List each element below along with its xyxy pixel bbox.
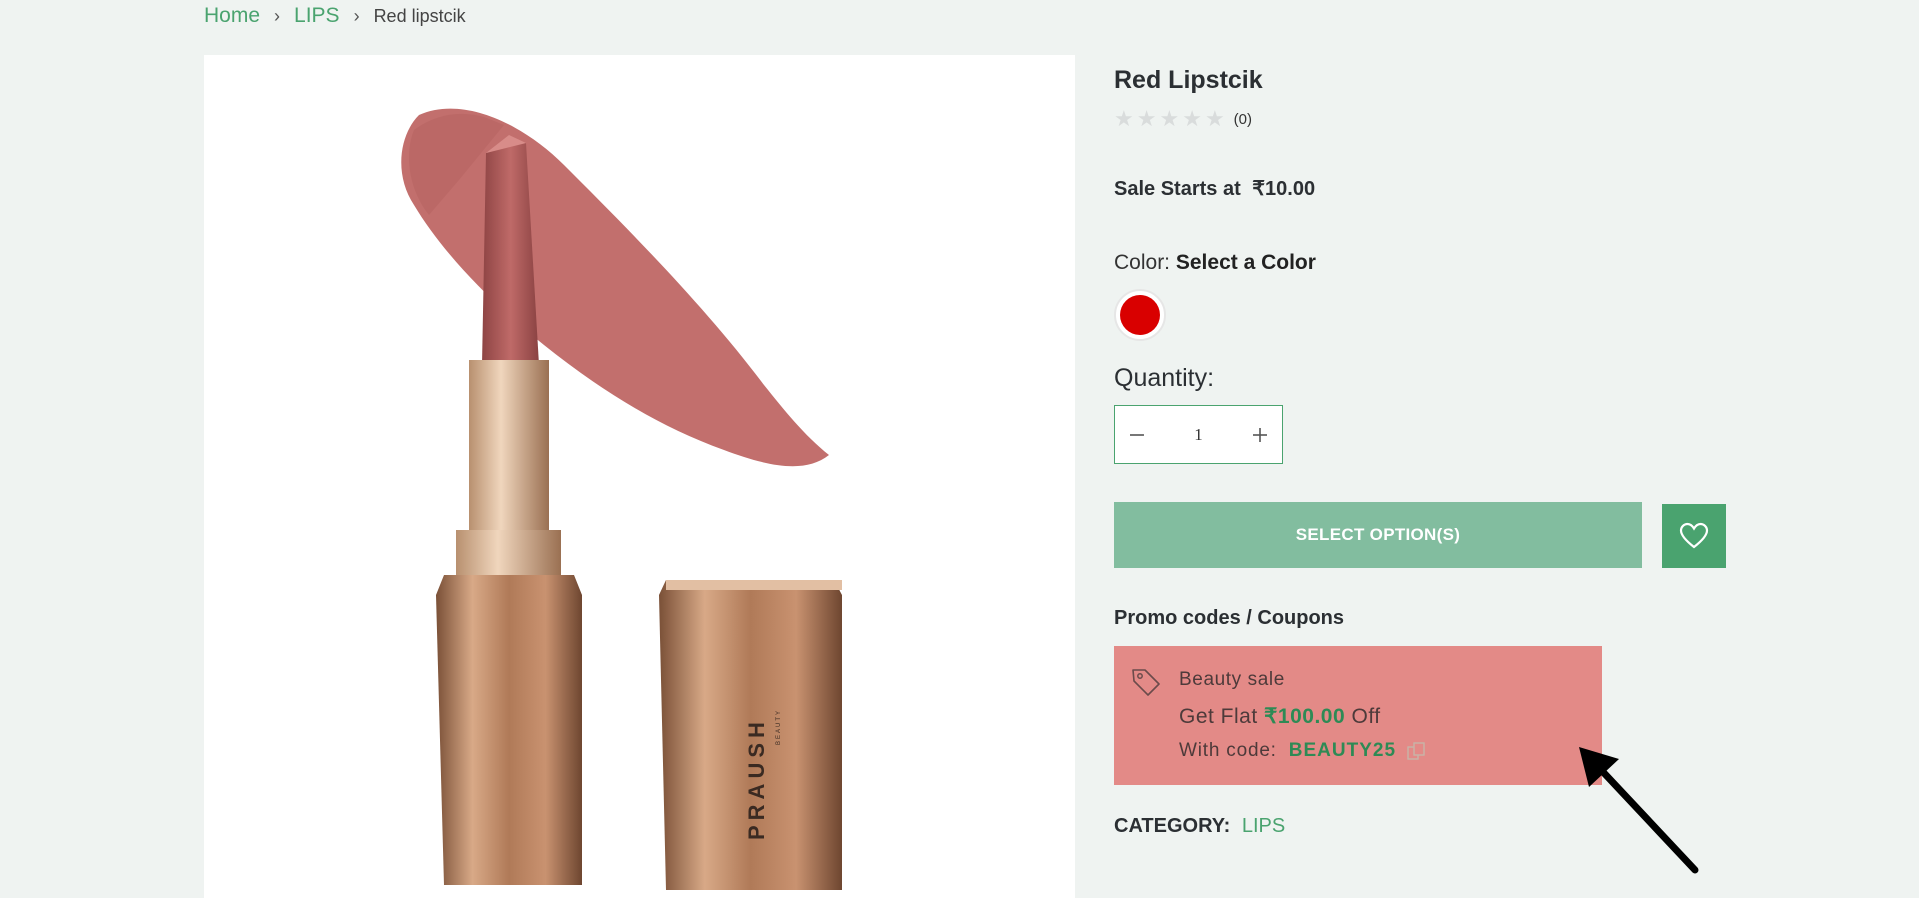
product-title: Red Lipstcik — [1114, 66, 1263, 94]
color-swatch-red[interactable] — [1114, 289, 1166, 341]
lipstick-illustration: PRAUSH BEAUTY — [401, 108, 842, 890]
price: Sale Starts at ₹10.00 — [1114, 176, 1321, 201]
brand-subtext: BEAUTY — [776, 709, 782, 745]
breadcrumb-separator: › — [274, 5, 281, 26]
rating-count: (0) — [1233, 110, 1253, 128]
star-icon: ★ — [1159, 106, 1180, 131]
category-label: CATEGORY: — [1114, 815, 1231, 837]
coupon-card[interactable]: Beauty sale Get Flat ₹100.00 Off With co… — [1114, 646, 1602, 785]
coupon-offer-prefix: Get Flat — [1179, 705, 1258, 728]
quantity-input[interactable]: 1 — [1194, 425, 1203, 445]
quantity-increase-button[interactable] — [1238, 406, 1282, 463]
wishlist-button[interactable] — [1662, 504, 1726, 568]
quantity-label: Quantity: — [1114, 364, 1215, 392]
select-options-button[interactable]: SELECT OPTION(S) — [1114, 502, 1642, 568]
star-icon: ★ — [1114, 106, 1134, 131]
breadcrumb-home-link[interactable]: Home — [204, 4, 260, 28]
coupon-code-row: With code: BEAUTY25 — [1179, 740, 1428, 762]
coupon-offer: Get Flat ₹100.00 Off — [1179, 704, 1381, 729]
price-label: Sale Starts at — [1114, 178, 1241, 200]
color-swatch-fill — [1120, 295, 1160, 335]
brand-name: PRAUSH — [744, 717, 769, 840]
color-label: Color: — [1114, 251, 1171, 274]
promo-heading: Promo codes / Coupons — [1114, 607, 1345, 629]
breadcrumb: Home › LIPS › Red lipstcik — [204, 4, 466, 28]
coupon-code-label: With code: — [1179, 740, 1277, 761]
color-value: Select a Color — [1175, 251, 1316, 274]
price-value: ₹10.00 — [1252, 178, 1316, 200]
color-selector-label: Color: Select a Color — [1114, 251, 1316, 275]
tag-icon — [1132, 669, 1160, 696]
coupon-code[interactable]: BEAUTY25 — [1289, 740, 1396, 762]
product-category: CATEGORY: LIPS — [1114, 815, 1285, 838]
minus-icon — [1130, 433, 1144, 436]
coupon-offer-amount: ₹100.00 — [1264, 705, 1346, 728]
mouse-cursor-icon — [1579, 747, 1699, 874]
breadcrumb-current: Red lipstcik — [373, 5, 466, 26]
star-icon: ★ — [1204, 106, 1225, 131]
product-rating[interactable]: ★ ★ ★ ★ ★ (0) — [1114, 108, 1252, 130]
quantity-stepper: 1 — [1114, 405, 1283, 464]
star-icon: ★ — [1136, 106, 1157, 131]
category-link[interactable]: LIPS — [1242, 815, 1285, 837]
breadcrumb-lips-link[interactable]: LIPS — [294, 4, 340, 28]
quantity-decrease-button[interactable] — [1115, 406, 1159, 463]
copy-icon[interactable] — [1406, 741, 1428, 761]
coupon-title: Beauty sale — [1179, 669, 1285, 690]
product-image[interactable]: PRAUSH BEAUTY — [204, 55, 1075, 898]
plus-icon — [1253, 427, 1267, 442]
breadcrumb-separator: › — [353, 5, 360, 26]
heart-icon — [1679, 522, 1709, 549]
star-icon: ★ — [1182, 106, 1202, 131]
coupon-offer-suffix: Off — [1351, 705, 1381, 728]
